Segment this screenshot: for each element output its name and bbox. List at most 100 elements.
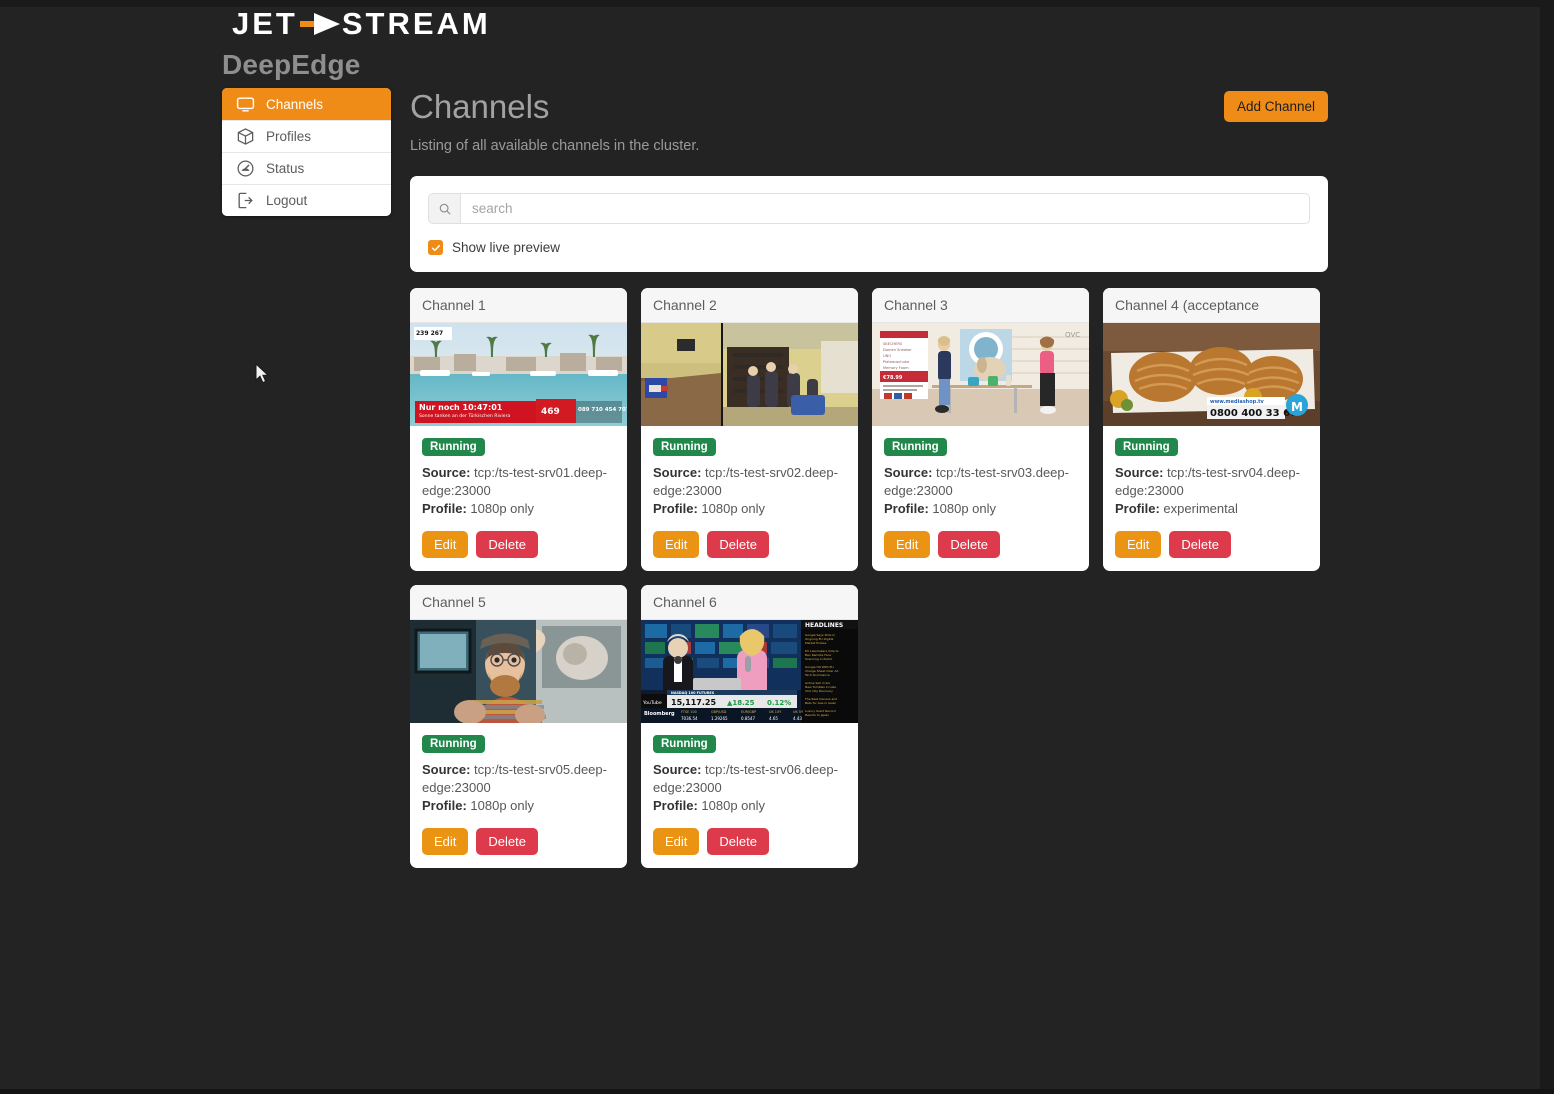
- sidebar-item-label: Status: [266, 161, 304, 176]
- sidebar-item-status[interactable]: Status: [222, 152, 391, 184]
- channel-profile: Profile: 1080p only: [884, 500, 1077, 518]
- channel-actions: Edit Delete: [422, 828, 615, 855]
- channel-actions: Edit Delete: [422, 531, 615, 558]
- svg-text:7036.54: 7036.54: [681, 716, 698, 721]
- profile-value: 1080p only: [470, 501, 534, 516]
- search-input[interactable]: [460, 193, 1310, 224]
- add-channel-button[interactable]: Add Channel: [1224, 91, 1328, 122]
- channel-thumbnail[interactable]: [410, 620, 627, 723]
- channel-source: Source: tcp:/ts-test-srv03.deep-edge:230…: [884, 464, 1077, 500]
- svg-text:469: 469: [541, 407, 560, 417]
- channel-thumbnail[interactable]: 239 267 Nur noch 10:47:01 Sonne tanken a…: [410, 323, 627, 426]
- svg-text:1.29265: 1.29265: [711, 716, 728, 721]
- svg-text:15,117.25: 15,117.25: [671, 698, 716, 707]
- status-badge: Running: [653, 735, 716, 753]
- source-label: Source:: [1115, 465, 1163, 480]
- channel-title: Channel 5: [410, 585, 627, 620]
- svg-text:YouTube: YouTube: [642, 700, 662, 706]
- sidebar-item-label: Logout: [266, 193, 307, 208]
- channel-title: Channel 3: [872, 288, 1089, 323]
- channel-body: Running Source: tcp:/ts-test-srv02.deep-…: [641, 426, 858, 571]
- sidebar-item-label: Channels: [266, 97, 323, 112]
- status-badge: Running: [884, 438, 947, 456]
- source-label: Source:: [653, 465, 701, 480]
- svg-text:www.mediashop.tv: www.mediashop.tv: [1210, 399, 1265, 405]
- channel-source: Source: tcp:/ts-test-srv01.deep-edge:230…: [422, 464, 615, 500]
- profile-label: Profile:: [653, 798, 698, 813]
- svg-text:NASDAQ 100 FUTURES: NASDAQ 100 FUTURES: [671, 691, 715, 695]
- sidebar-item-channels[interactable]: Channels: [222, 88, 391, 120]
- svg-text:Damen Sneaker: Damen Sneaker: [883, 348, 912, 352]
- channel-actions: Edit Delete: [653, 828, 846, 855]
- svg-text:Nur noch 10:47:01: Nur noch 10:47:01: [419, 403, 503, 412]
- channel-source: Source: tcp:/ts-test-srv05.deep-edge:230…: [422, 761, 615, 797]
- channel-body: Running Source: tcp:/ts-test-srv01.deep-…: [410, 426, 627, 571]
- sidebar-item-profiles[interactable]: Profiles: [222, 120, 391, 152]
- channel-card: Channel 3 SKECHERSDamen Sneaker U: [872, 288, 1089, 571]
- sidebar-item-logout[interactable]: Logout: [222, 184, 391, 216]
- page-header: Channels Listing of all available channe…: [410, 88, 1328, 154]
- monitor-icon: [236, 95, 255, 114]
- edit-button[interactable]: Edit: [884, 531, 930, 558]
- source-label: Source:: [422, 465, 470, 480]
- channel-thumbnail[interactable]: [641, 323, 858, 426]
- svg-text:HEADLINES: HEADLINES: [805, 622, 843, 629]
- main-content: Channels Listing of all available channe…: [410, 88, 1328, 868]
- edit-button[interactable]: Edit: [653, 531, 699, 558]
- play-arrow-icon: [300, 11, 340, 37]
- edit-button[interactable]: Edit: [653, 828, 699, 855]
- channel-actions: Edit Delete: [1115, 531, 1308, 558]
- edit-button[interactable]: Edit: [1115, 531, 1161, 558]
- delete-button[interactable]: Delete: [938, 531, 1000, 558]
- edit-button[interactable]: Edit: [422, 828, 468, 855]
- page-title: Channels: [410, 88, 699, 126]
- brand-word-left: JET: [232, 8, 298, 39]
- channel-card: Channel 6: [641, 585, 858, 868]
- show-live-preview-checkbox[interactable]: [428, 240, 443, 255]
- channel-source: Source: tcp:/ts-test-srv06.deep-edge:230…: [653, 761, 846, 797]
- channel-title: Channel 6: [641, 585, 858, 620]
- svg-text:4.65: 4.65: [769, 716, 778, 721]
- svg-text:€78.99: €78.99: [882, 375, 903, 381]
- profile-label: Profile:: [653, 501, 698, 516]
- channel-thumbnail[interactable]: SKECHERSDamen Sneaker UNOPlateauschuheMe…: [872, 323, 1089, 426]
- channel-title: Channel 1: [410, 288, 627, 323]
- page-subtitle: Listing of all available channels in the…: [410, 138, 699, 154]
- svg-text:0800 400 33 60: 0800 400 33 60: [1210, 408, 1297, 419]
- sidebar-item-label: Profiles: [266, 129, 311, 144]
- svg-text:York City Recovery: York City Recovery: [805, 689, 833, 693]
- delete-button[interactable]: Delete: [707, 531, 769, 558]
- edit-button[interactable]: Edit: [422, 531, 468, 558]
- channel-profile: Profile: experimental: [1115, 500, 1308, 518]
- profile-value: experimental: [1163, 501, 1237, 516]
- delete-button[interactable]: Delete: [1169, 531, 1231, 558]
- svg-text:Bets for Gas in Asian: Bets for Gas in Asian: [805, 701, 836, 705]
- channel-profile: Profile: 1080p only: [422, 500, 615, 518]
- channel-actions: Edit Delete: [884, 531, 1077, 558]
- profile-value: 1080p only: [701, 798, 765, 813]
- delete-button[interactable]: Delete: [707, 828, 769, 855]
- window-right-strip: [1540, 0, 1554, 1094]
- profile-label: Profile:: [1115, 501, 1160, 516]
- window-bottom-strip: [0, 1089, 1554, 1094]
- delete-button[interactable]: Delete: [476, 531, 538, 558]
- box-icon: [236, 127, 255, 146]
- channel-thumbnail[interactable]: 0800 400 33 60 www.mediashop.tv M: [1103, 323, 1320, 426]
- svg-text:089 710 454 707: 089 710 454 707: [578, 407, 627, 413]
- channel-card: Channel 2: [641, 288, 858, 571]
- svg-text:0.8547: 0.8547: [741, 716, 755, 721]
- channel-thumbnail[interactable]: HEADLINES Google Says Pulls inOngoing EU…: [641, 620, 858, 723]
- profile-value: 1080p only: [932, 501, 996, 516]
- svg-text:0.12%: 0.12%: [767, 699, 791, 707]
- channel-body: Running Source: tcp:/ts-test-srv06.deep-…: [641, 723, 858, 868]
- channel-body: Running Source: tcp:/ts-test-srv04.deep-…: [1103, 426, 1320, 571]
- svg-text:UK 10Y: UK 10Y: [769, 710, 782, 714]
- live-preview-row: Show live preview: [428, 240, 1310, 255]
- status-badge: Running: [422, 735, 485, 753]
- svg-text:FTSE 100: FTSE 100: [681, 710, 697, 714]
- svg-text:▲18.25: ▲18.25: [727, 699, 755, 707]
- delete-button[interactable]: Delete: [476, 828, 538, 855]
- channel-grid: Channel 1: [410, 288, 1328, 868]
- status-badge: Running: [1115, 438, 1178, 456]
- search-row: [428, 193, 1310, 224]
